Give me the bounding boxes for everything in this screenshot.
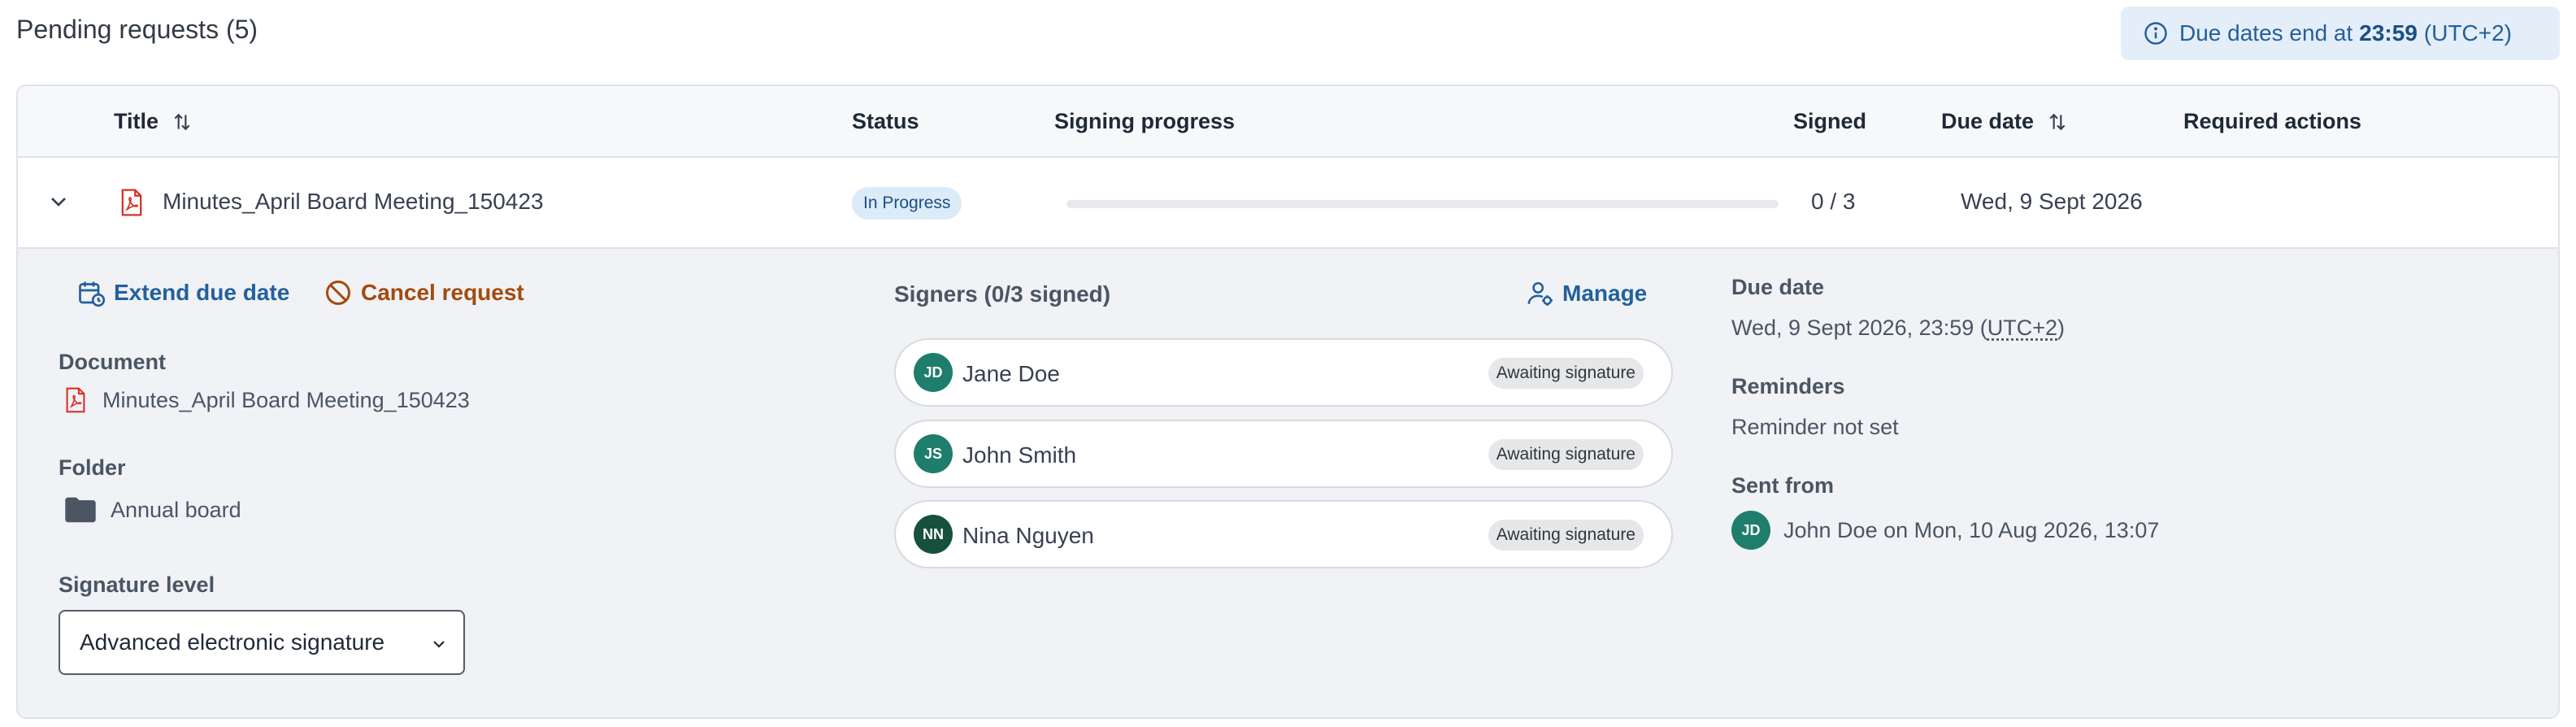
signature-level-value: Advanced electronic signature <box>80 629 385 655</box>
column-due-date[interactable]: Due date <box>1941 109 2068 134</box>
sort-icon[interactable] <box>2047 111 2068 133</box>
signer-item[interactable]: JS John Smith Awaiting signature <box>894 420 1673 488</box>
due-date-text: Wed, 9 Sept 2026, 23:59 ( <box>1731 316 1987 340</box>
table-row[interactable]: Minutes_April Board Meeting_150423 In Pr… <box>18 158 2558 249</box>
calendar-clock-icon <box>79 281 106 307</box>
signature-status-badge: Awaiting signature <box>1488 439 1644 470</box>
due-dates-notice: Due dates end at 23:59 (UTC+2) <box>2121 7 2560 60</box>
column-signing-progress: Signing progress <box>1054 109 1236 133</box>
column-required-actions: Required actions <box>2183 109 2362 133</box>
sort-icon[interactable] <box>172 111 193 133</box>
notice-timezone: (UTC+2) <box>2423 20 2513 46</box>
document-name: Minutes_April Board Meeting_150423 <box>102 387 470 412</box>
avatar: JS <box>914 434 953 473</box>
page-title: Pending requests (5) <box>16 15 258 44</box>
folder-value[interactable]: Annual board <box>63 496 241 524</box>
notice-time: 23:59 <box>2359 20 2417 46</box>
due-date-value: Wed, 9 Sept 2026, 23:59 (UTC+2) <box>1731 316 2065 341</box>
reminders-value: Reminder not set <box>1731 415 1899 439</box>
status-badge: In Progress <box>852 187 962 220</box>
signer-name: Nina Nguyen <box>962 523 1094 548</box>
folder-label: Folder <box>59 455 126 480</box>
reminders-label: Reminders <box>1731 374 1845 398</box>
timezone-abbr: UTC+2 <box>1987 316 2057 340</box>
pending-requests-page: Pending requests (5) Due dates end at 23… <box>0 0 2576 727</box>
avatar: JD <box>914 353 953 392</box>
signing-progress-bar <box>1066 200 1779 208</box>
pdf-file-icon <box>121 189 142 216</box>
column-title[interactable]: Title <box>114 109 193 134</box>
signature-level-select[interactable]: Advanced electronic signature <box>59 610 465 675</box>
manage-label: Manage <box>1562 281 1648 306</box>
signer-name: Jane Doe <box>962 361 1060 386</box>
folder-name: Annual board <box>111 497 241 522</box>
chevron-down-icon[interactable] <box>46 189 72 215</box>
column-due-date-label: Due date <box>1941 109 2035 133</box>
chevron-down-icon <box>433 641 445 648</box>
signer-item[interactable]: JD Jane Doe Awaiting signature <box>894 338 1673 407</box>
avatar: JD <box>1731 511 1770 550</box>
column-status: Status <box>852 109 919 133</box>
cancel-request-button[interactable]: Cancel request <box>324 278 524 307</box>
signers-title: Signers (0/3 signed) <box>894 281 1111 307</box>
signature-status-badge: Awaiting signature <box>1488 358 1644 389</box>
extend-due-date-label: Extend due date <box>114 280 290 305</box>
pdf-file-icon <box>66 387 85 413</box>
avatar: NN <box>914 515 953 554</box>
manage-users-icon <box>1527 281 1553 306</box>
sent-from-text: John Doe on Mon, 10 Aug 2026, 13:07 <box>1783 517 2160 542</box>
info-icon <box>2144 22 2167 45</box>
extend-due-date-button[interactable]: Extend due date <box>76 278 289 307</box>
signature-status-badge: Awaiting signature <box>1488 520 1644 551</box>
signature-level-label: Signature level <box>59 572 215 597</box>
table-header: Title Status Signing progress Signed Due… <box>18 86 2558 158</box>
cancel-request-label: Cancel request <box>361 280 524 305</box>
manage-signers-button[interactable]: Manage <box>1527 280 1647 307</box>
signer-item[interactable]: NN Nina Nguyen Awaiting signature <box>894 500 1673 568</box>
notice-prefix: Due dates end at <box>2179 20 2353 46</box>
document-value[interactable]: Minutes_April Board Meeting_150423 <box>65 387 470 413</box>
cancel-icon <box>326 281 350 305</box>
column-signed: Signed <box>1793 109 1867 133</box>
signed-count: 0 / 3 <box>1811 189 1856 214</box>
sent-from-label: Sent from <box>1731 473 1835 498</box>
due-date-label: Due date <box>1731 275 1825 299</box>
signer-name: John Smith <box>962 442 1077 468</box>
document-label: Document <box>59 350 167 374</box>
request-details-panel: Extend due date Cancel request Document … <box>18 249 2558 717</box>
due-date-suffix: ) <box>2057 316 2065 340</box>
sent-from-value: JD John Doe on Mon, 10 Aug 2026, 13:07 <box>1731 511 2159 550</box>
request-title[interactable]: Minutes_April Board Meeting_150423 <box>163 189 544 215</box>
folder-icon <box>65 497 96 523</box>
row-due-date: Wed, 9 Sept 2026 <box>1961 189 2143 214</box>
column-title-label: Title <box>114 109 159 133</box>
requests-table: Title Status Signing progress Signed Due… <box>16 85 2560 719</box>
